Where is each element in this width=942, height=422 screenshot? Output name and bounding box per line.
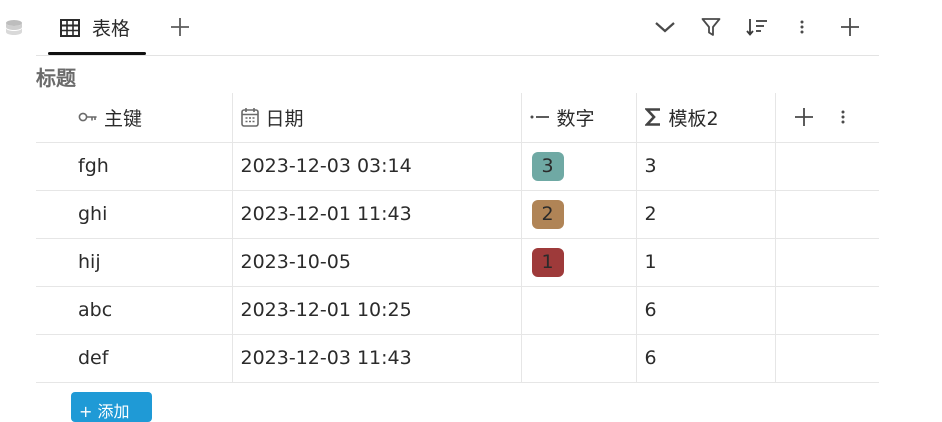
plus-icon [841,18,859,36]
date-cell[interactable]: 2023-12-01 10:25 [232,286,522,335]
empty-cell [775,334,879,383]
filter-icon [701,18,721,36]
date-cell[interactable]: 2023-10-05 [232,238,522,287]
add-view-button[interactable] [166,13,194,41]
chevron-down-icon [655,22,675,33]
plus-icon [171,18,189,36]
empty-cell [775,190,879,239]
table-row[interactable]: abc 2023-12-01 10:25 6 [36,286,879,335]
number-cell[interactable]: 3 [521,142,637,191]
number-cell[interactable] [521,334,637,383]
header-row: 主键 日期 数字 模板2 [36,93,879,143]
number-cell[interactable]: 2 [521,190,637,239]
view-tab-bar: 表格 [36,0,879,56]
database-icon [6,20,22,35]
table-row[interactable]: fgh 2023-12-03 03:14 3 3 [36,142,879,191]
column-more-icon[interactable] [840,109,846,125]
number-icon [530,115,549,119]
more-options-button[interactable] [788,13,816,41]
date-cell[interactable]: 2023-12-01 11:43 [232,190,522,239]
column-header-number[interactable]: 数字 [521,93,637,143]
active-tab-indicator [48,52,146,55]
empty-cell [775,286,879,335]
key-cell[interactable]: abc [36,286,233,335]
table-icon [60,18,80,37]
column-header-key[interactable]: 主键 [36,93,233,143]
number-badge: 3 [531,151,564,181]
key-cell[interactable]: ghi [36,190,233,239]
column-label: 日期 [265,107,304,130]
column-header-template[interactable]: 模板2 [636,93,776,143]
column-label: 数字 [556,107,595,130]
sort-icon [746,19,767,36]
template-cell[interactable]: 2 [636,190,776,239]
date-cell[interactable]: 2023-12-03 11:43 [232,334,522,383]
key-cell[interactable]: hij [36,238,233,287]
number-badge: 1 [531,247,564,277]
date-cell[interactable]: 2023-12-03 03:14 [232,142,522,191]
column-label: 模板2 [668,107,719,130]
calendar-icon [240,108,259,128]
number-badge: 2 [531,199,564,229]
more-vertical-icon [800,20,804,34]
table-row[interactable]: ghi 2023-12-01 11:43 2 2 [36,190,879,239]
number-cell[interactable]: 1 [521,238,637,287]
empty-cell [775,238,879,287]
table-row[interactable]: hij 2023-10-05 1 1 [36,238,879,287]
template-cell[interactable]: 6 [636,286,776,335]
add-row-button[interactable]: + 添加 [71,392,152,422]
sort-button[interactable] [743,13,771,41]
table-title: 标题 [36,66,76,90]
template-cell[interactable]: 3 [636,142,776,191]
table-row[interactable]: def 2023-12-03 11:43 6 [36,334,879,383]
data-table: 主键 日期 数字 模板2 fgh 2023-12-03 03:14 3 3 gh… [36,93,879,383]
column-actions [775,93,879,143]
tab-label: 表格 [92,18,131,40]
collapse-button[interactable] [651,13,679,41]
key-cell[interactable]: def [36,334,233,383]
add-button[interactable] [836,13,864,41]
number-cell[interactable] [521,286,637,335]
tab-table-view[interactable]: 表格 [48,0,146,55]
column-header-date[interactable]: 日期 [232,93,522,143]
template-cell[interactable]: 1 [636,238,776,287]
sigma-icon [644,108,660,127]
column-label: 主键 [104,107,143,130]
key-icon [78,112,97,122]
empty-cell [775,142,879,191]
key-cell[interactable]: fgh [36,142,233,191]
template-cell[interactable]: 6 [636,334,776,383]
add-column-icon[interactable] [794,107,814,127]
filter-button[interactable] [697,13,725,41]
